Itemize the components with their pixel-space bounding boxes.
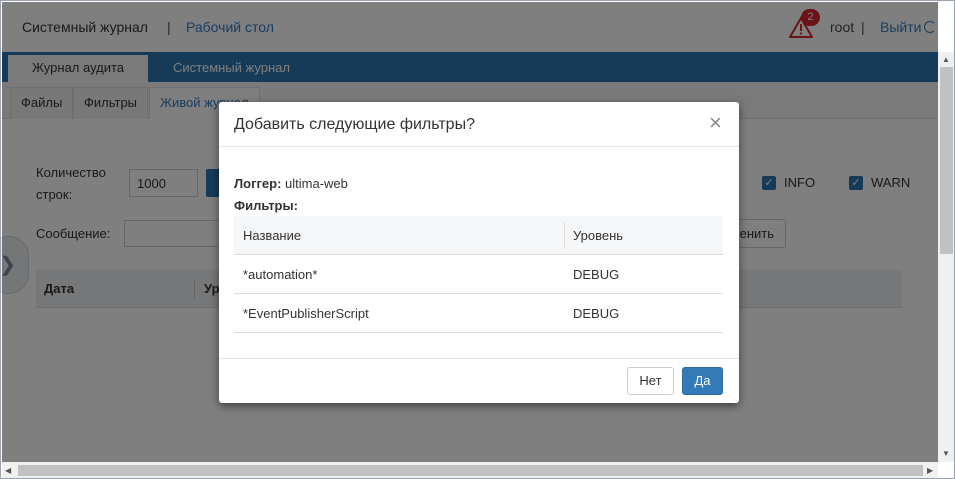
scroll-up-icon[interactable]: ▲	[942, 55, 950, 64]
scroll-down-icon[interactable]: ▼	[942, 449, 950, 458]
logger-label: Логгер:	[234, 176, 282, 191]
app-window: Системный журнал | Рабочий стол 2 root |…	[0, 0, 955, 479]
add-filters-dialog: Добавить следующие фильтры? × Логгер: ul…	[219, 102, 739, 403]
dialog-header-divider	[219, 146, 739, 147]
close-icon[interactable]: ×	[709, 112, 722, 134]
col-name-header: Название	[243, 228, 302, 243]
filter-name-cell: *EventPublisherScript	[243, 306, 369, 321]
table-row: *automation* DEBUG	[234, 255, 723, 294]
logger-line: Логгер: ultima-web	[234, 176, 348, 191]
table-row: *EventPublisherScript DEBUG	[234, 294, 723, 333]
column-divider	[564, 222, 565, 249]
vertical-scroll-thumb[interactable]	[940, 67, 953, 254]
scroll-left-icon[interactable]: ◀	[5, 466, 11, 475]
logger-value: ultima-web	[285, 176, 348, 191]
dialog-title: Добавить следующие фильтры?	[234, 116, 475, 133]
dialog-footer-divider	[219, 358, 739, 359]
horizontal-scroll-thumb[interactable]	[18, 465, 923, 476]
filters-table: Название Уровень *automation* DEBUG *Eve…	[234, 216, 723, 333]
filter-name-cell: *automation*	[243, 267, 318, 282]
no-button[interactable]: Нет	[627, 367, 674, 395]
filters-label: Фильтры:	[234, 198, 298, 213]
yes-button[interactable]: Да	[682, 367, 723, 395]
filter-level-cell: DEBUG	[573, 267, 620, 282]
table-header-row: Название Уровень	[234, 216, 723, 255]
col-level-header: Уровень	[573, 228, 624, 243]
scroll-right-icon[interactable]: ▶	[927, 466, 933, 475]
filter-level-cell: DEBUG	[573, 306, 620, 321]
